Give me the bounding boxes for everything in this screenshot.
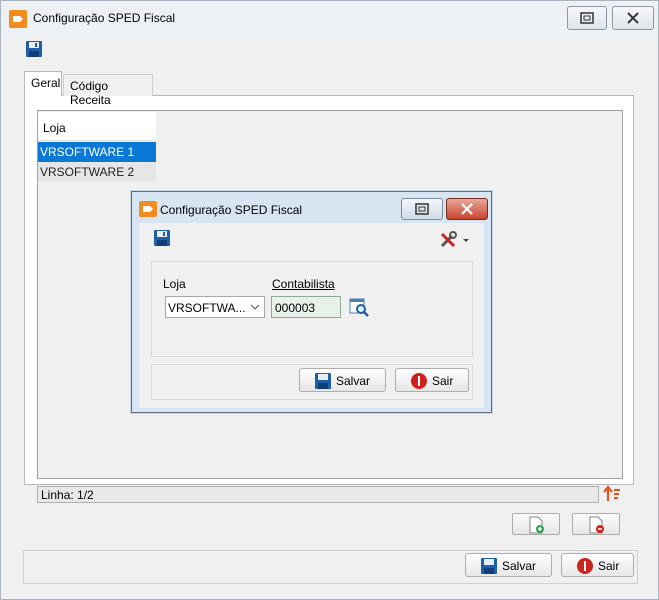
close-button[interactable] xyxy=(612,6,654,30)
dialog-save-label: Salvar xyxy=(336,374,371,388)
add-document-icon xyxy=(529,516,544,534)
save-icon[interactable] xyxy=(153,229,171,247)
save-button[interactable]: Salvar xyxy=(465,553,552,577)
dialog-save-button[interactable]: Salvar xyxy=(299,368,386,392)
table-row[interactable]: VRSOFTWARE 2 xyxy=(38,162,156,182)
maximize-button[interactable] xyxy=(567,6,607,30)
dialog-exit-label: Sair xyxy=(432,374,454,388)
table-row[interactable]: VRSOFTWARE 1 xyxy=(38,142,156,162)
tools-icon[interactable] xyxy=(439,230,471,250)
dialog-close-button[interactable] xyxy=(446,198,488,220)
save-button-label: Salvar xyxy=(502,559,537,573)
save-icon[interactable] xyxy=(25,40,43,58)
exit-button-label: Sair xyxy=(598,559,620,573)
main-window: Configuração SPED Fiscal Geral Código Re… xyxy=(0,0,659,600)
dialog-body: Loja Contabilista VRSOFTWA... 000003 Sal… xyxy=(139,223,484,408)
add-row-button[interactable] xyxy=(512,513,560,535)
tab-geral[interactable]: Geral xyxy=(24,71,62,96)
loja-select-value: VRSOFTWA... xyxy=(168,301,246,315)
remove-row-button[interactable] xyxy=(572,513,620,535)
tab-codigo-receita[interactable]: Código Receita xyxy=(63,74,153,107)
app-icon xyxy=(9,10,27,28)
remove-document-icon xyxy=(589,516,604,534)
app-icon xyxy=(139,201,157,217)
maximize-icon xyxy=(580,12,594,24)
dialog-title: Configuração SPED Fiscal xyxy=(160,203,303,217)
close-icon xyxy=(461,203,473,215)
exit-button[interactable]: Sair xyxy=(561,553,634,577)
maximize-icon xyxy=(415,203,429,215)
dialog-exit-button[interactable]: Sair xyxy=(395,368,469,392)
title-bar: Configuração SPED Fiscal xyxy=(1,1,658,37)
close-icon xyxy=(627,12,639,24)
lookup-icon[interactable] xyxy=(349,297,369,317)
window-title: Configuração SPED Fiscal xyxy=(33,11,176,25)
exit-icon xyxy=(411,373,427,389)
loja-select[interactable]: VRSOFTWA... xyxy=(165,296,265,318)
chevron-down-icon xyxy=(250,304,260,310)
dialog-maximize-button[interactable] xyxy=(401,198,443,220)
sort-icon[interactable] xyxy=(603,485,621,503)
contabilista-field[interactable]: 000003 xyxy=(271,296,341,318)
grid-column-header[interactable]: Loja xyxy=(38,112,156,141)
save-icon xyxy=(315,373,331,389)
contabilista-label: Contabilista xyxy=(272,277,335,291)
save-icon xyxy=(481,558,497,574)
exit-icon xyxy=(577,558,593,574)
status-bar: Linha: 1/2 xyxy=(37,486,599,503)
config-dialog: Configuração SPED Fiscal Loja Contabilis… xyxy=(131,191,492,413)
dialog-fields-group: Loja Contabilista VRSOFTWA... 000003 xyxy=(151,261,473,357)
loja-label: Loja xyxy=(163,277,186,291)
